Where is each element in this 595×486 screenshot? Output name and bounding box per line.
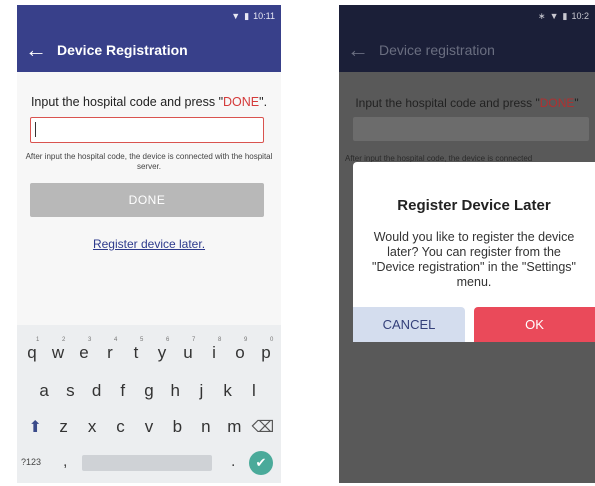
- register-later-dialog: Register Device Later Would you like to …: [353, 162, 595, 342]
- key-q[interactable]: q1: [19, 337, 45, 363]
- key-b[interactable]: b: [163, 417, 191, 437]
- key-f[interactable]: f: [110, 381, 136, 401]
- key-r[interactable]: r4: [97, 337, 123, 363]
- key-v[interactable]: v: [135, 417, 163, 437]
- instruction-done-word: DONE: [223, 95, 260, 109]
- soft-keyboard: q1w2e3r4t5y6u7i8o9p0 asdfghjkl ⬆ zxcvbnm…: [17, 325, 281, 483]
- instruction-done-word: DONE: [539, 96, 575, 110]
- key-label: e: [79, 343, 89, 362]
- key-label: y: [157, 343, 167, 362]
- hospital-code-input[interactable]: [30, 117, 264, 143]
- keyboard-row-2: asdfghjkl: [17, 381, 281, 401]
- key-h[interactable]: h: [162, 381, 188, 401]
- key-e[interactable]: e3: [71, 337, 97, 363]
- keyboard-row-3: ⬆ zxcvbnm ⌫: [17, 417, 281, 437]
- key-y[interactable]: y6: [149, 337, 175, 363]
- key-a[interactable]: a: [31, 381, 57, 401]
- registration-screen: ▼ ▮ 10:11 ← Device Registration Input th…: [17, 5, 281, 483]
- key-l[interactable]: l: [241, 381, 267, 401]
- key-k[interactable]: k: [215, 381, 241, 401]
- dialog-message: Would you like to register the device la…: [372, 230, 576, 289]
- key-label: w: [51, 343, 65, 362]
- key-number-hint: 8: [218, 337, 222, 343]
- key-number-hint: 5: [140, 337, 144, 343]
- key-o[interactable]: o9: [227, 337, 253, 363]
- cancel-button[interactable]: CANCEL: [353, 307, 465, 342]
- checkmark-icon[interactable]: ✔: [249, 451, 273, 475]
- key-d[interactable]: d: [83, 381, 109, 401]
- key-j[interactable]: j: [188, 381, 214, 401]
- battery-icon: ▮: [244, 10, 250, 21]
- text-cursor: [35, 122, 36, 137]
- backspace-icon[interactable]: ⌫: [249, 417, 277, 437]
- key-z[interactable]: z: [49, 417, 77, 437]
- key-number-hint: 3: [88, 337, 92, 343]
- key-u[interactable]: u7: [175, 337, 201, 363]
- status-bar: ▼ ▮ 10:11: [17, 5, 281, 27]
- arrow-left-icon: ←: [347, 36, 369, 62]
- key-c[interactable]: c: [106, 417, 134, 437]
- ok-button[interactable]: OK: [474, 307, 595, 342]
- key-w[interactable]: w2: [45, 337, 71, 363]
- key-i[interactable]: i8: [201, 337, 227, 363]
- keyboard-row-3-letters: zxcvbnm: [49, 417, 248, 437]
- period-key[interactable]: .: [231, 453, 235, 471]
- wifi-icon: ▼: [549, 10, 559, 21]
- instruction-before: Input the hospital code and press ": [30, 95, 224, 109]
- instruction-text: Input the hospital code and press "DONE": [339, 96, 595, 110]
- space-key[interactable]: [82, 455, 212, 471]
- keyboard-row-1: q1w2e3r4t5y6u7i8o9p0: [17, 337, 281, 363]
- instruction-before: Input the hospital code and press ": [355, 96, 540, 110]
- battery-icon: ▮: [562, 10, 568, 21]
- key-n[interactable]: n: [192, 417, 220, 437]
- key-label: p: [261, 343, 271, 362]
- key-label: q: [27, 343, 37, 362]
- key-number-hint: 4: [114, 337, 118, 343]
- status-time: 10:11: [253, 11, 275, 21]
- register-later-link[interactable]: Register device later.: [17, 237, 281, 251]
- app-bar: ← Device registration: [339, 27, 595, 72]
- dialog-title: Register Device Later: [397, 197, 551, 214]
- key-m[interactable]: m: [220, 417, 248, 437]
- bluetooth-icon: ∗: [538, 10, 546, 21]
- key-label: o: [235, 343, 245, 362]
- instruction-after: ".: [259, 95, 268, 109]
- key-label: i: [212, 343, 216, 362]
- key-label: t: [133, 343, 139, 362]
- arrow-left-icon[interactable]: ←: [25, 38, 47, 61]
- key-g[interactable]: g: [136, 381, 162, 401]
- register-later-dialog-screen: ∗ ▼ ▮ 10:2 ← Device registration Input t…: [339, 5, 595, 483]
- key-number-hint: 9: [244, 337, 248, 343]
- key-number-hint: 2: [62, 337, 66, 343]
- connection-hint: After input the hospital code, the devic…: [25, 152, 273, 171]
- key-number-hint: 6: [166, 337, 170, 343]
- key-number-hint: 1: [36, 337, 40, 343]
- key-number-hint: 7: [192, 337, 196, 343]
- app-bar: ← Device Registration: [17, 27, 281, 72]
- key-s[interactable]: s: [57, 381, 83, 401]
- shift-icon[interactable]: ⬆: [21, 417, 49, 437]
- key-p[interactable]: p0: [253, 337, 279, 363]
- instruction-after: ": [574, 96, 579, 110]
- done-button[interactable]: DONE: [30, 183, 264, 217]
- instruction-text: Input the hospital code and press "DONE"…: [17, 95, 281, 109]
- key-label: r: [107, 343, 113, 362]
- key-number-hint: 0: [270, 337, 274, 343]
- key-t[interactable]: t5: [123, 337, 149, 363]
- status-bar: ∗ ▼ ▮ 10:2: [339, 5, 595, 27]
- key-x[interactable]: x: [78, 417, 106, 437]
- wifi-icon: ▼: [231, 10, 241, 21]
- page-title: Device registration: [379, 41, 495, 58]
- status-time: 10:2: [571, 11, 589, 21]
- comma-key[interactable]: ,: [63, 453, 67, 471]
- page-title: Device Registration: [57, 41, 188, 58]
- hospital-code-input: [353, 117, 589, 141]
- key-label: u: [183, 343, 193, 362]
- symbols-key[interactable]: ?123: [21, 457, 41, 467]
